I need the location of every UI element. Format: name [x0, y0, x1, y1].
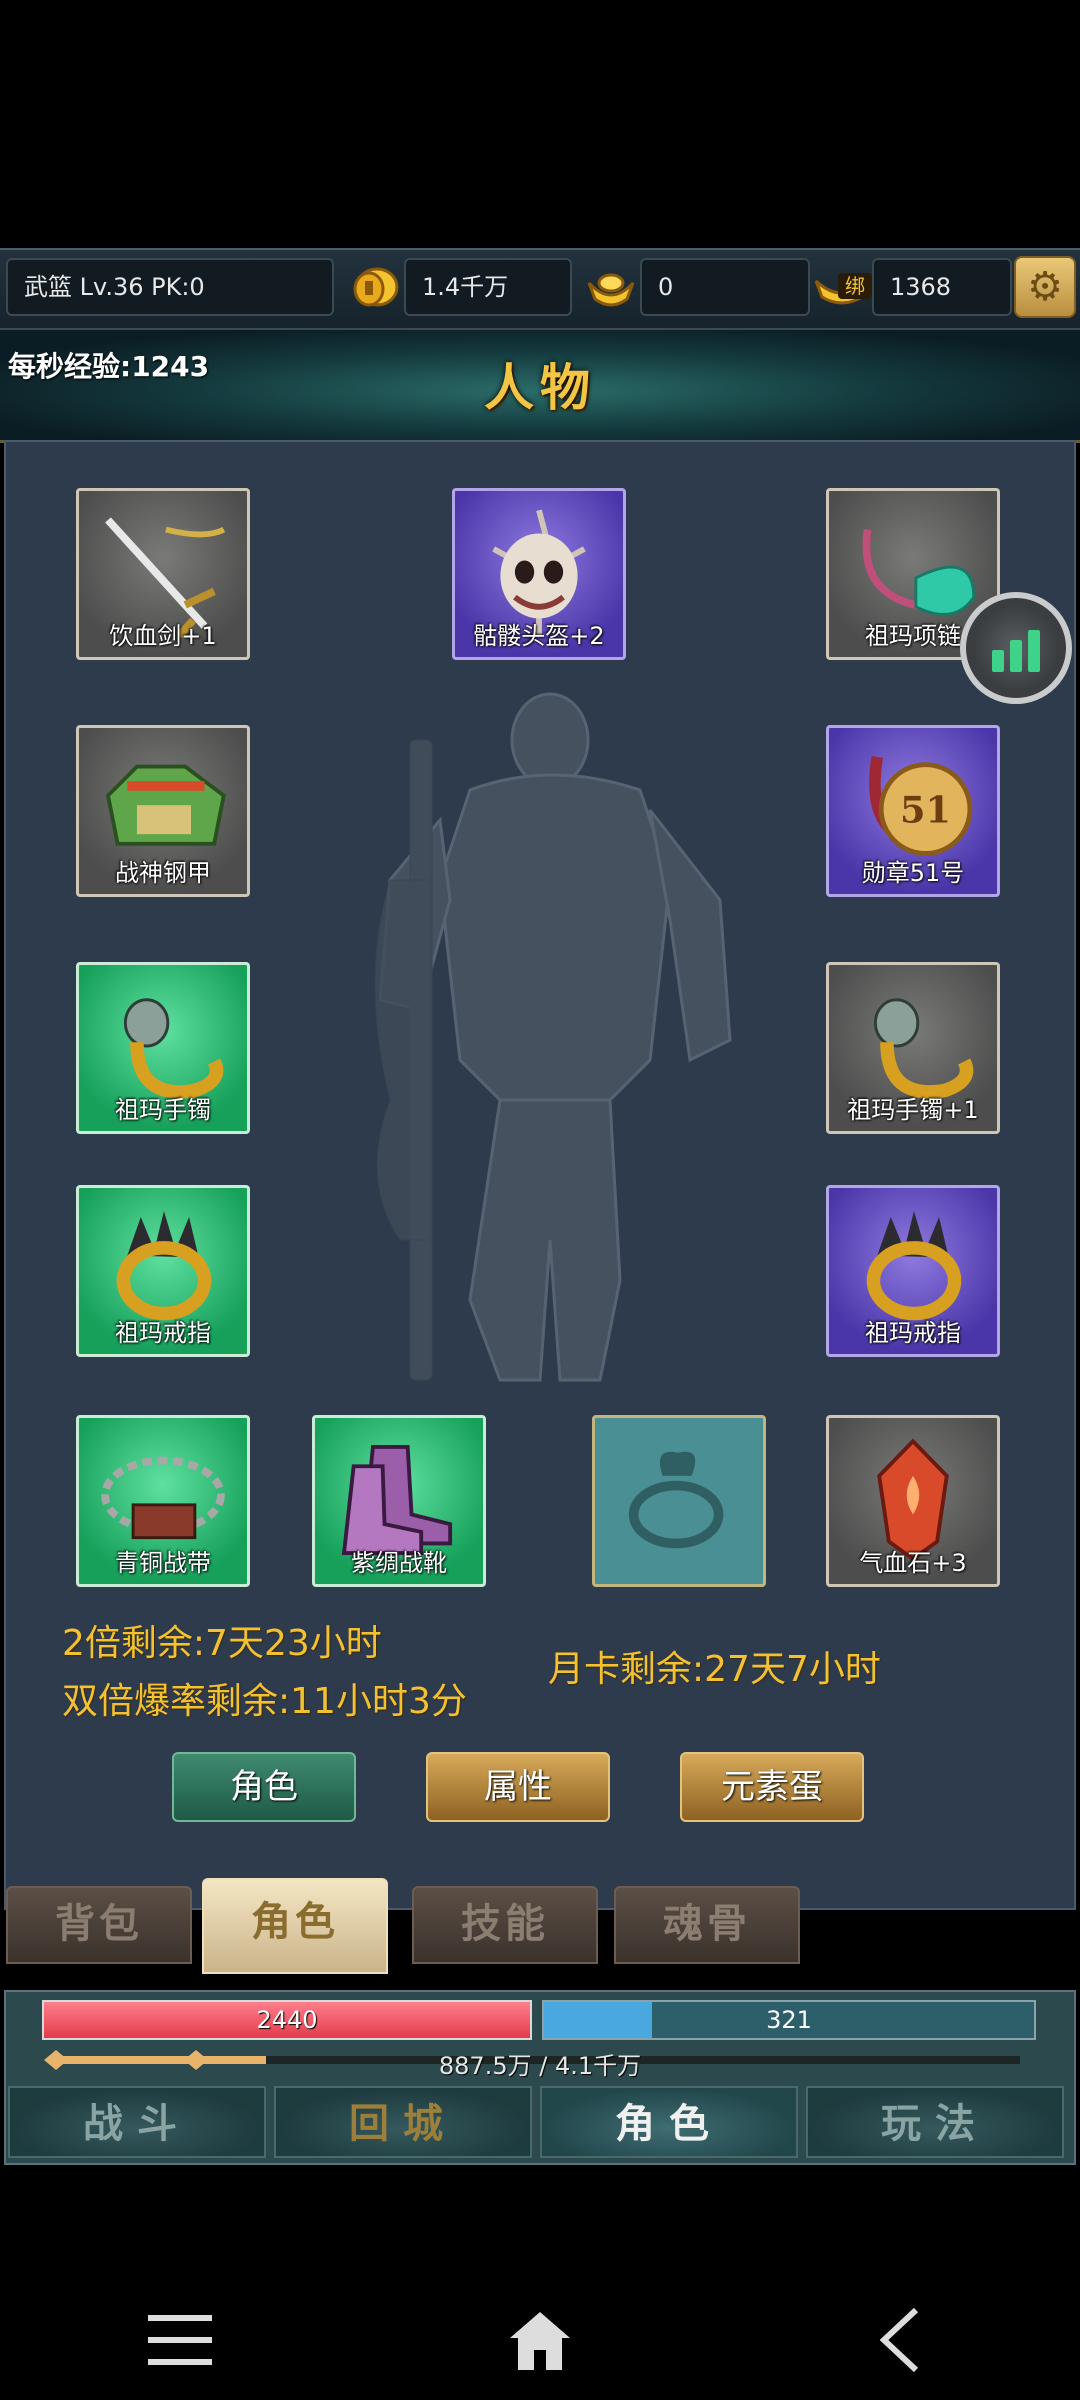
character-figure	[374, 692, 732, 1382]
equip-label: 骷髅头盔+2	[473, 622, 605, 650]
tab-role[interactable]: 角色	[202, 1878, 388, 1974]
equip-slot-weapon[interactable]: 饮血剑+1	[76, 488, 250, 660]
mp-value: 321	[766, 2006, 812, 2034]
menu-icon[interactable]	[120, 2300, 240, 2380]
bar-chart-icon	[992, 650, 1004, 672]
tab-skills[interactable]: 技能	[412, 1886, 598, 1964]
month-card-timer: 月卡剩余:27天7小时	[548, 1649, 881, 1690]
tab-soul-bone[interactable]: 魂骨	[614, 1886, 800, 1964]
equip-slot-bracelet-right[interactable]: 祖玛手镯+1	[826, 962, 1000, 1134]
tab-bag[interactable]: 背包	[6, 1886, 192, 1964]
equip-slot-belt[interactable]: 青铜战带	[76, 1415, 250, 1587]
floating-stats-button[interactable]	[960, 592, 1072, 704]
nav-gameplay[interactable]: 玩法	[806, 2086, 1064, 2158]
hp-bar: 2440	[42, 2000, 532, 2040]
equip-label: 战神钢甲	[115, 859, 211, 887]
equip-label: 祖玛手镯+1	[847, 1096, 979, 1124]
role-button[interactable]: 角色	[172, 1752, 356, 1822]
attributes-button[interactable]: 属性	[426, 1752, 610, 1822]
equip-slot-blood-stone[interactable]: 气血石+3	[826, 1415, 1000, 1587]
nav-role[interactable]: 角色	[540, 2086, 798, 2158]
element-egg-button[interactable]: 元素蛋	[680, 1752, 864, 1822]
equip-slot-boots[interactable]: 紫绸战靴	[312, 1415, 486, 1587]
nav-battle[interactable]: 战斗	[8, 2086, 266, 2158]
double-exp-timer: 2倍剩余:7天23小时	[62, 1623, 382, 1664]
double-drop-timer: 双倍爆率剩余:11小时3分	[62, 1681, 467, 1722]
gold-amount: 1.4千万	[404, 258, 572, 316]
status-bar: 武篮 Lv.36 PK:0 1.4千万 0 绑 1368 ⚙	[0, 248, 1080, 330]
gear-icon: ⚙	[1027, 264, 1063, 310]
equip-label: 勋章51号	[861, 859, 965, 887]
exp-text: 887.5万 / 4.1千万	[438, 2052, 642, 2080]
exp-per-second: 每秒经验:1243	[8, 350, 210, 383]
equip-label: 气血石+3	[859, 1549, 967, 1577]
equip-slot-medal[interactable]: 51 勋章51号	[826, 725, 1000, 897]
mp-fill	[544, 2002, 652, 2038]
equip-label: 祖玛戒指	[115, 1319, 211, 1347]
bound-label: 绑	[845, 274, 865, 298]
equip-slot-empty[interactable]	[592, 1415, 766, 1587]
gold-coin-icon	[344, 256, 406, 318]
equip-slot-armor[interactable]: 战神钢甲	[76, 725, 250, 897]
empty-slot-icon	[628, 1451, 724, 1549]
player-info: 武篮 Lv.36 PK:0	[6, 258, 334, 316]
settings-button[interactable]: ⚙	[1014, 256, 1076, 318]
hp-value: 2440	[256, 2006, 318, 2034]
equip-label: 祖玛手镯	[115, 1096, 211, 1124]
equip-label: 饮血剑+1	[109, 622, 217, 650]
equip-slot-ring-left[interactable]: 祖玛戒指	[76, 1185, 250, 1357]
nav-return-city[interactable]: 回城	[274, 2086, 532, 2158]
bound-ingot-amount: 1368	[872, 258, 1012, 316]
back-icon[interactable]	[840, 2300, 960, 2380]
equip-label: 青铜战带	[115, 1549, 211, 1577]
equip-slot-bracelet-left[interactable]: 祖玛手镯	[76, 962, 250, 1134]
home-icon[interactable]	[480, 2300, 600, 2380]
mp-bar: 321	[542, 2000, 1036, 2040]
equip-label: 紫绸战靴	[351, 1549, 447, 1577]
ingot-icon	[580, 256, 642, 318]
equip-label: 祖玛戒指	[865, 1319, 961, 1347]
bound-ingot-icon: 绑	[812, 256, 874, 318]
equip-slot-ring-right[interactable]: 祖玛戒指	[826, 1185, 1000, 1357]
medal-number: 51	[900, 789, 951, 832]
ingot-amount: 0	[640, 258, 810, 316]
equip-slot-helmet[interactable]: 骷髅头盔+2	[452, 488, 626, 660]
